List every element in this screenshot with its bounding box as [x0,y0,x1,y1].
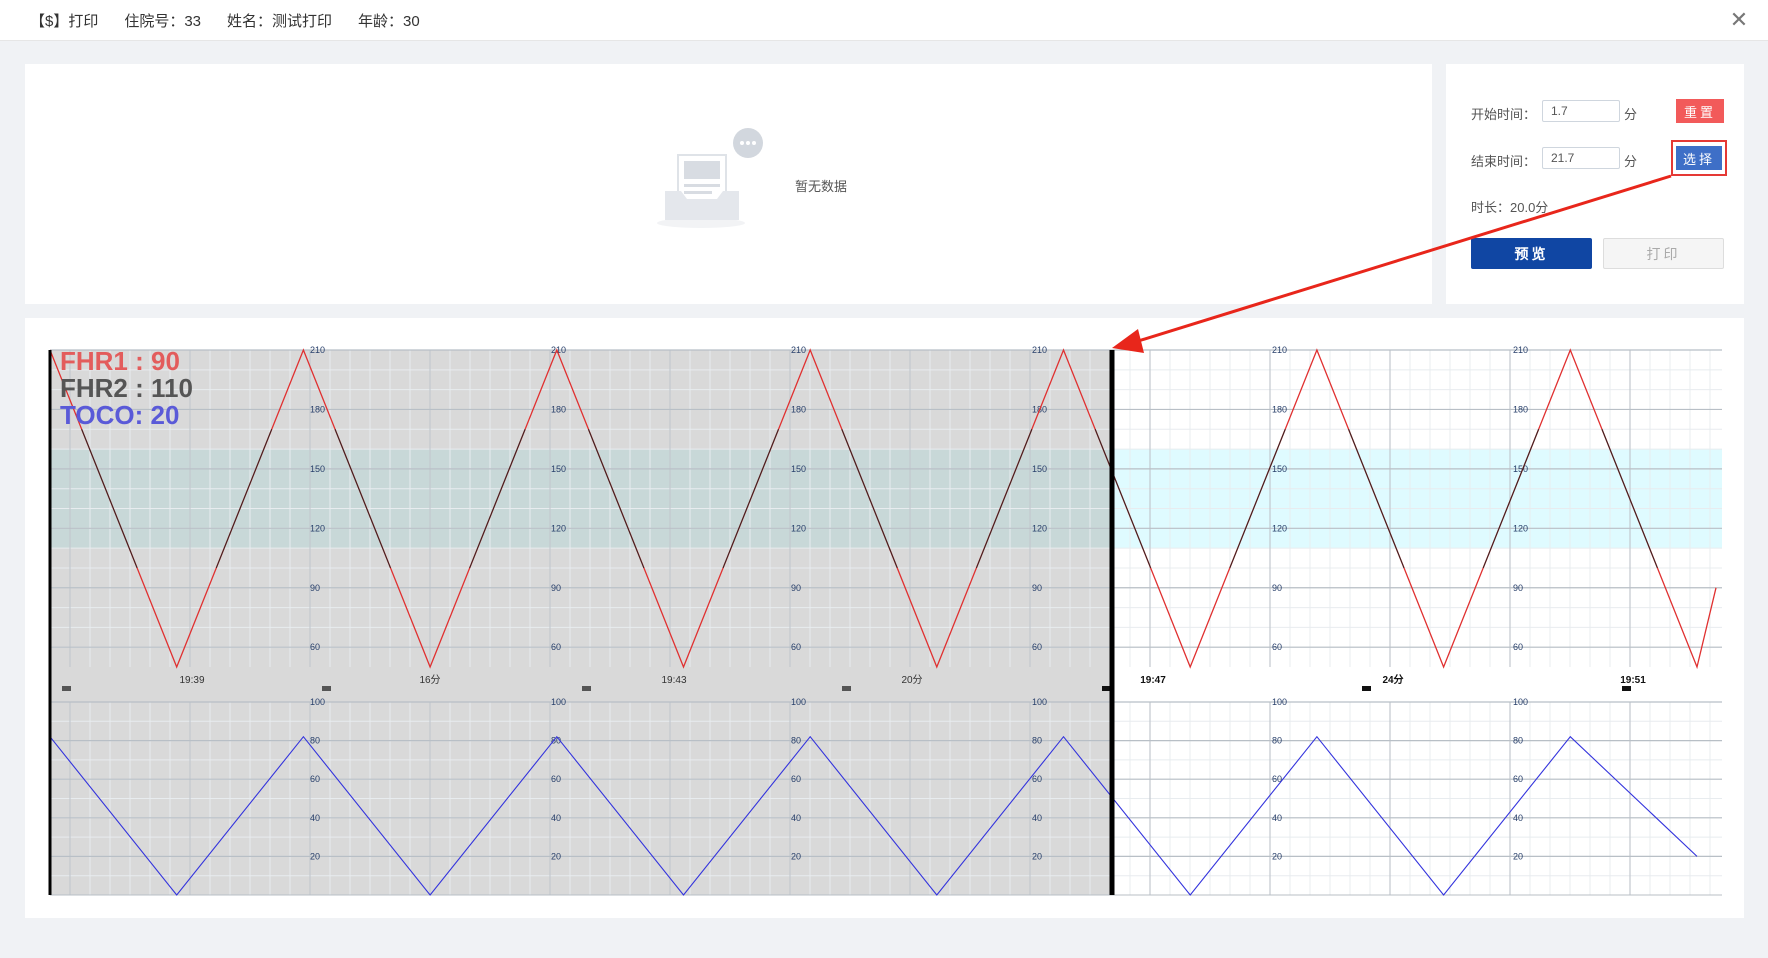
toco-readout: TOCO: 20 [60,400,180,430]
toco-y-tick-label: 20 [551,851,561,861]
time-marker [322,686,331,691]
toco-y-tick-label: 40 [1513,813,1523,823]
x-time-label: 16分 [419,674,440,686]
fhr-y-tick-label: 90 [1272,583,1282,593]
fhr-y-tick-label: 210 [1513,345,1528,355]
fhr-y-tick-label: 60 [1272,642,1282,652]
toco-y-tick-label: 80 [791,736,801,746]
toco-y-tick-label: 100 [1032,697,1047,707]
fhr-y-tick-label: 90 [310,583,320,593]
fhr-y-tick-label: 210 [791,345,806,355]
fhr-y-tick-label: 90 [791,583,801,593]
fhr-y-tick-label: 150 [1513,464,1528,474]
fhr-y-tick-label: 120 [310,523,325,533]
fhr-y-tick-label: 90 [1032,583,1042,593]
toco-y-tick-label: 40 [1032,813,1042,823]
fhr-y-tick-label: 180 [1513,404,1528,414]
time-marker [1622,686,1631,691]
annotation-arrow-line [1134,174,1672,344]
toco-y-tick-label: 20 [1272,851,1282,861]
fhr-y-tick-label: 180 [791,404,806,414]
toco-y-tick-label: 20 [310,851,320,861]
fhr-y-tick-label: 90 [551,583,561,593]
x-time-label: 20分 [901,674,922,686]
ctg-chart: 60 90 120 150 180 210 20 40 60 80 100 60 90 120 150 180… [48,174,1722,896]
time-marker [582,686,591,691]
selection-shade [50,350,1112,895]
toco-y-tick-label: 100 [1513,697,1528,707]
fhr-y-tick-label: 180 [310,404,325,414]
fhr-y-tick-label: 210 [1032,345,1047,355]
fhr-y-tick-label: 90 [1513,583,1523,593]
fhr-y-tick-label: 150 [1272,464,1287,474]
fhr-y-tick-label: 60 [1032,642,1042,652]
toco-y-tick-label: 80 [1272,736,1282,746]
fhr-y-tick-label: 210 [1272,345,1287,355]
toco-y-tick-label: 40 [791,813,801,823]
toco-y-tick-label: 100 [310,697,325,707]
fhr-y-tick-label: 60 [310,642,320,652]
fhr-y-tick-label: 60 [1513,642,1523,652]
x-time-label: 19:47 [1140,675,1166,686]
fhr-y-tick-label: 150 [310,464,325,474]
toco-y-tick-label: 40 [551,813,561,823]
fhr-y-tick-label: 120 [1513,523,1528,533]
toco-y-tick-label: 40 [1272,813,1282,823]
toco-y-tick-label: 60 [791,774,801,784]
normal-range-band-selected [50,449,1112,549]
x-time-label: 19:43 [661,675,686,686]
toco-y-tick-label: 20 [791,851,801,861]
toco-y-tick-label: 80 [1513,736,1523,746]
time-marker [842,686,851,691]
fhr-y-tick-label: 180 [1272,404,1287,414]
toco-y-tick-label: 80 [1032,736,1042,746]
toco-y-tick-label: 80 [310,736,320,746]
time-marker [62,686,71,691]
fhr-y-tick-label: 120 [1032,523,1047,533]
fhr2-readout: FHR2 : 110 [60,373,193,403]
fhr-y-tick-label: 180 [551,404,566,414]
toco-y-tick-label: 100 [1272,697,1287,707]
time-marker [1362,686,1371,691]
toco-y-tick-label: 100 [551,697,566,707]
fhr-y-tick-label: 120 [1272,523,1287,533]
toco-y-tick-label: 40 [310,813,320,823]
x-time-label: 24分 [1382,673,1403,686]
fhr-y-tick-label: 60 [551,642,561,652]
fhr1-readout: FHR1 : 90 [60,346,180,376]
fhr-y-tick-label: 150 [791,464,806,474]
x-time-label: 19:51 [1620,675,1646,686]
fhr-y-tick-label: 120 [551,523,566,533]
fhr-y-tick-label: 150 [1032,464,1047,474]
toco-y-tick-label: 60 [310,774,320,784]
toco-y-tick-label: 20 [1513,851,1523,861]
toco-y-tick-label: 100 [791,697,806,707]
fhr-y-tick-label: 210 [310,345,325,355]
toco-y-tick-label: 60 [1032,774,1042,784]
fhr-y-tick-label: 120 [791,523,806,533]
x-time-label: 19:39 [179,675,204,686]
toco-y-tick-label: 60 [1513,774,1523,784]
fhr-y-tick-label: 150 [551,464,566,474]
toco-y-tick-label: 20 [1032,851,1042,861]
toco-y-tick-label: 60 [551,774,561,784]
fhr-y-tick-label: 60 [791,642,801,652]
